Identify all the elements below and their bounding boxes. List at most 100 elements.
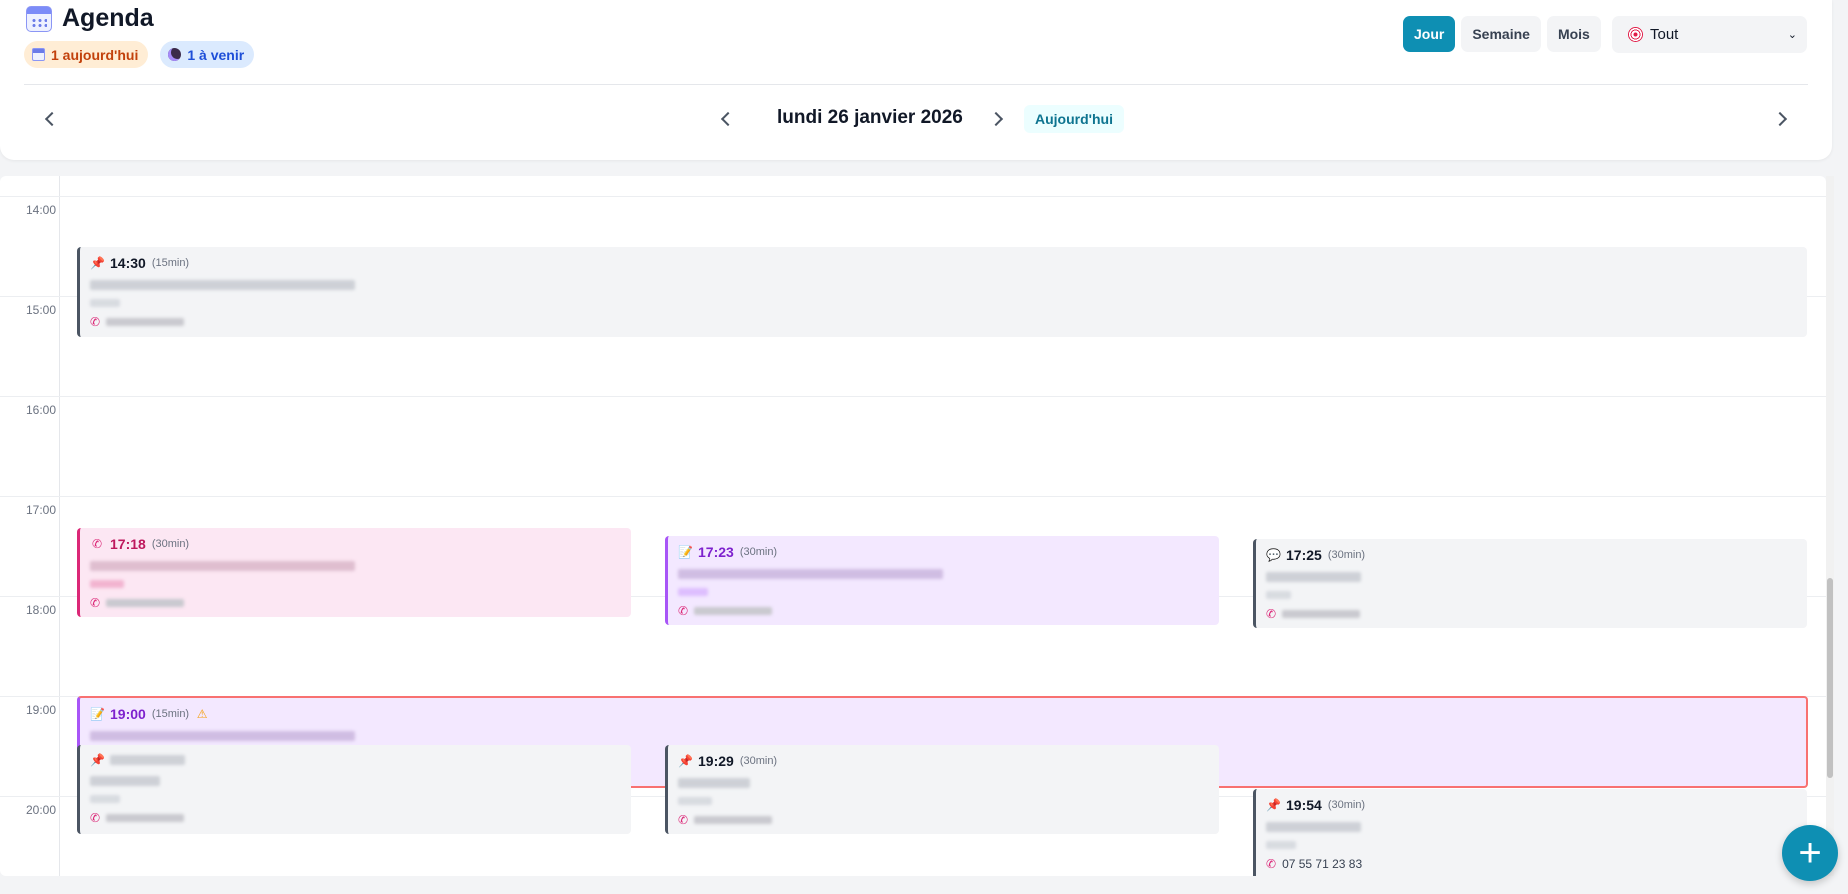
header-divider — [24, 84, 1808, 85]
redacted-title — [90, 561, 355, 571]
hour-line — [0, 396, 1826, 397]
view-week-button[interactable]: Semaine — [1461, 16, 1541, 52]
event-time: 19:29 — [698, 753, 734, 769]
phone-icon: ✆ — [1266, 857, 1277, 871]
redacted-subtitle — [90, 795, 120, 803]
filter-selected-label: Tout — [1650, 26, 1679, 43]
phone-icon: ✆ — [91, 537, 103, 551]
redacted-title — [90, 731, 355, 741]
event-time: 17:23 — [698, 544, 734, 560]
redacted-phone — [694, 607, 773, 615]
time-gutter-divider — [59, 176, 60, 876]
scrollbar-thumb[interactable] — [1827, 578, 1833, 778]
event-duration: (30min) — [739, 755, 778, 767]
redacted-title — [678, 569, 943, 579]
day-grid[interactable]: 14:00 15:00 16:00 17:00 18:00 19:00 20:0… — [0, 176, 1826, 876]
view-switcher: Jour Semaine Mois — [1403, 16, 1601, 52]
event-time: 19:00 — [110, 706, 146, 722]
view-month-button[interactable]: Mois — [1546, 16, 1601, 52]
chevron-left-icon — [44, 111, 60, 127]
redacted-title — [90, 280, 355, 290]
event-header: 💬 17:25 (30min) — [1266, 547, 1797, 563]
calendar-icon — [32, 48, 45, 61]
target-icon — [1628, 27, 1643, 42]
current-date: lundi 26 janvier 2026 — [777, 107, 963, 128]
redacted-phone — [106, 318, 185, 326]
event-phone: ✆ 07 55 71 23 83 — [1266, 857, 1797, 871]
event-card[interactable]: 📝 17:23 (30min) ✆ — [665, 536, 1219, 625]
redacted-title — [90, 776, 160, 786]
hour-line — [0, 496, 1826, 497]
event-header: 📌 — [90, 753, 621, 767]
memo-icon: 📝 — [90, 707, 105, 721]
event-card[interactable]: 📌 19:54 (30min) ✆ 07 55 71 23 83 — [1253, 789, 1807, 876]
event-phone: ✆ — [678, 604, 1209, 618]
event-card[interactable]: ✆ 17:18 (30min) ✆ — [77, 528, 631, 617]
view-day-button[interactable]: Jour — [1403, 16, 1456, 52]
redacted-phone — [1282, 610, 1361, 618]
event-time: 19:54 — [1286, 797, 1322, 813]
phone-icon: ✆ — [1266, 607, 1277, 621]
redacted-subtitle — [678, 797, 712, 805]
title-row: Agenda — [26, 4, 154, 33]
add-event-button[interactable]: + — [1782, 825, 1838, 881]
prev-period-button[interactable] — [35, 104, 65, 134]
memo-icon: 📝 — [678, 545, 693, 559]
event-card[interactable]: 📌 14:30 (15min) ✆ — [77, 247, 1807, 337]
pin-icon: 📌 — [90, 753, 105, 767]
hour-line — [0, 196, 1826, 197]
event-header: ✆ 17:18 (30min) — [90, 536, 621, 552]
event-time: 17:18 — [110, 536, 146, 552]
redacted-time — [110, 755, 185, 765]
next-day-button[interactable] — [983, 104, 1013, 134]
phone-icon: ✆ — [90, 315, 101, 329]
event-card[interactable]: 📌 19:29 (30min) ✆ — [665, 745, 1219, 834]
time-label: 16:00 — [26, 403, 57, 417]
time-label: 15:00 — [26, 303, 57, 317]
event-header: 📌 14:30 (15min) — [90, 255, 1797, 271]
event-header: 📝 19:00 (15min) ⚠ — [90, 706, 1796, 722]
pin-icon: 📌 — [1266, 798, 1281, 812]
prev-day-button[interactable] — [711, 104, 741, 134]
today-button[interactable]: Aujourd'hui — [1024, 105, 1124, 133]
redacted-phone — [106, 814, 185, 822]
phone-icon: ✆ — [678, 813, 689, 827]
redacted-phone — [694, 816, 773, 824]
vertical-scrollbar[interactable] — [1826, 176, 1834, 876]
speech-bubble-icon: 💬 — [1266, 548, 1281, 562]
event-duration: (30min) — [1327, 549, 1366, 561]
time-label: 14:00 — [26, 203, 57, 217]
event-duration: (30min) — [739, 546, 778, 558]
event-phone: ✆ — [90, 315, 1797, 329]
chevron-left-icon — [720, 111, 736, 127]
next-period-button[interactable] — [1767, 104, 1797, 134]
today-count-badge[interactable]: 1 aujourd'hui — [24, 41, 149, 68]
warning-icon: ⚠ — [196, 707, 208, 721]
redacted-subtitle — [90, 299, 120, 307]
event-phone: ✆ — [90, 596, 621, 610]
event-duration: (15min) — [151, 257, 190, 269]
pin-icon: 📌 — [678, 754, 693, 768]
event-card[interactable]: 📌 ✆ — [77, 745, 631, 834]
event-phone: ✆ — [1266, 607, 1797, 621]
filter-select[interactable]: Tout ⌄ — [1612, 16, 1807, 53]
time-label: 18:00 — [26, 603, 57, 617]
redacted-title — [1266, 572, 1361, 582]
chevron-down-icon: ⌄ — [1787, 29, 1797, 41]
phone-icon: ✆ — [90, 596, 101, 610]
time-label: 17:00 — [26, 503, 57, 517]
event-time: 17:25 — [1286, 547, 1322, 563]
event-header: 📝 17:23 (30min) — [678, 544, 1209, 560]
event-duration: (30min) — [1327, 799, 1366, 811]
redacted-phone — [106, 599, 185, 607]
upcoming-count-label: 1 à venir — [187, 46, 245, 63]
upcoming-count-badge[interactable]: 1 à venir — [160, 41, 255, 68]
redacted-subtitle — [1266, 591, 1291, 599]
event-card[interactable]: 💬 17:25 (30min) ✆ — [1253, 539, 1807, 628]
redacted-title — [678, 778, 750, 788]
event-phone-number[interactable]: 07 55 71 23 83 — [1282, 857, 1362, 871]
event-time: 14:30 — [110, 255, 146, 271]
chevron-right-icon — [1772, 111, 1788, 127]
page-title: Agenda — [62, 4, 154, 32]
time-label: 20:00 — [26, 803, 57, 817]
